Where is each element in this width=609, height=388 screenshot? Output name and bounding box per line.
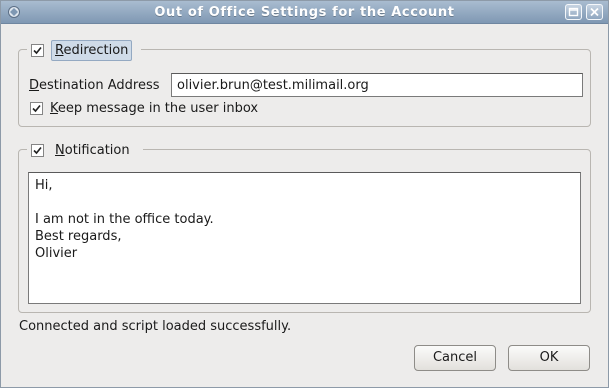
notification-label[interactable]: Notification	[51, 140, 134, 161]
redirection-label[interactable]: Redirection	[51, 39, 133, 61]
title-bar[interactable]: Out of Office Settings for the Account	[1, 1, 608, 24]
keep-message-label[interactable]: Keep message in the user inbox	[50, 101, 258, 116]
destination-label-rest: estination Address	[39, 77, 160, 93]
notification-group: Notification Hi, I am not in the office …	[18, 139, 591, 313]
out-of-office-dialog: Out of Office Settings for the Account R…	[0, 0, 609, 388]
notification-label-mnemonic: N	[55, 142, 65, 158]
redirection-checkbox[interactable]	[31, 43, 44, 57]
close-icon[interactable]	[586, 4, 603, 20]
destination-address-input[interactable]	[171, 73, 583, 97]
notification-checkbox[interactable]	[31, 143, 44, 157]
redirection-legend: Redirection	[27, 39, 142, 61]
notification-legend: Notification	[27, 139, 143, 161]
destination-label-mnemonic: D	[29, 77, 40, 93]
status-text: Connected and script loaded successfully…	[19, 319, 292, 334]
keep-message-checkbox[interactable]	[30, 102, 43, 115]
cancel-button[interactable]: Cancel	[414, 345, 496, 371]
window-title: Out of Office Settings for the Account	[154, 5, 455, 20]
keep-label-mnemonic: K	[50, 101, 58, 116]
destination-address-label: Destination Address	[29, 78, 171, 93]
keep-message-row: Keep message in the user inbox	[30, 101, 258, 116]
notification-label-rest: otification	[64, 142, 130, 158]
keep-label-rest: eep message in the user inbox	[57, 101, 259, 116]
notification-message-textarea[interactable]: Hi, I am not in the office today. Best r…	[28, 172, 581, 304]
destination-row: Destination Address	[29, 73, 583, 97]
redirection-group: Redirection Destination Address Keep mes…	[18, 39, 591, 127]
ok-button[interactable]: OK	[508, 345, 590, 371]
maximize-icon[interactable]	[565, 4, 582, 20]
redirection-label-rest: edirection	[63, 42, 129, 58]
